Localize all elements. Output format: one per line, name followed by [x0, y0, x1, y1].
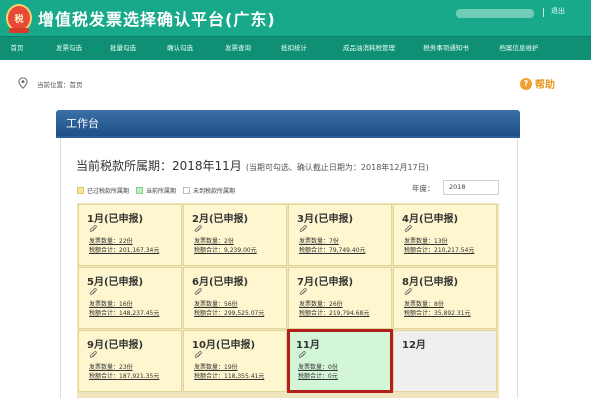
month-cell-5[interactable]: 5月(已申报) 发票数量：16份 税额合计：148,237.45元: [78, 267, 182, 329]
tax-total-link[interactable]: 税额合计：219,794.68元: [299, 308, 369, 317]
legend-item-past: 已过税款所属期: [77, 186, 129, 195]
month-title: 2月(已申报): [192, 214, 249, 225]
invoice-count-link[interactable]: 发票数量：0份: [298, 362, 338, 371]
month-cell-3[interactable]: 3月(已申报) 发票数量：7份 税额合计：79,749.40元: [288, 204, 392, 266]
month-title: 4月(已申报): [402, 214, 459, 225]
location-pin-icon: [18, 77, 28, 89]
logo-ribbon: [9, 28, 29, 33]
invoice-count-link[interactable]: 发票数量：7份: [299, 236, 339, 245]
month-title: 9月(已申报): [87, 340, 144, 351]
legend-label-current: 当前所属期: [146, 188, 177, 195]
paperclip-icon: [194, 288, 202, 295]
header-divider: [543, 8, 544, 17]
invoice-count-link[interactable]: 发票数量：56份: [194, 299, 238, 308]
month-title: 11月: [296, 340, 320, 351]
current-tax-period: 当前税款所属期：2018年11月 (当期可勾选、确认截止日期为：2018年12月1…: [76, 157, 429, 174]
month-title: 1月(已申报): [87, 214, 144, 225]
tax-total-link[interactable]: 税额合计：0元: [298, 371, 338, 380]
month-cell-7[interactable]: 7月(已申报) 发票数量：26份 税额合计：219,794.68元: [288, 267, 392, 329]
invoice-count-link[interactable]: 发票数量：19份: [194, 362, 238, 371]
breadcrumb-bar: [0, 60, 591, 108]
paperclip-icon: [194, 225, 202, 232]
month-grid: 1月(已申报) 发票数量：22份 税额合计：201,167.34元 2月(已申报…: [77, 203, 499, 398]
month-cell-8[interactable]: 8月(已申报) 发票数量：8份 税额合计：35,892.31元: [393, 267, 497, 329]
nav-item-invoice-query[interactable]: 发票查询: [213, 37, 263, 60]
paperclip-icon: [89, 288, 97, 295]
breadcrumb: 当前位置：首页: [37, 81, 83, 89]
app-title: 增值税发票选择确认平台(广东): [38, 10, 276, 29]
legend-swatch-current: [136, 187, 144, 194]
nav-item-home[interactable]: 首页: [0, 37, 34, 60]
month-cell-1[interactable]: 1月(已申报) 发票数量：22份 税额合计：201,167.34元: [78, 204, 182, 266]
paperclip-icon: [404, 225, 412, 232]
tax-total-link[interactable]: 税额合计：210,217.54元: [404, 245, 474, 254]
year-label: 年度：: [412, 184, 435, 193]
help-button[interactable]: ? 帮助: [520, 76, 555, 91]
tax-total-link[interactable]: 税额合计：299,525.07元: [194, 308, 264, 317]
invoice-count-link[interactable]: 发票数量：26份: [299, 299, 343, 308]
month-cell-11-current[interactable]: 11月 发票数量：0份 税额合计：0元: [287, 329, 393, 393]
month-cell-4[interactable]: 4月(已申报) 发票数量：13份 税额合计：210,217.54元: [393, 204, 497, 266]
nav-item-archive-maintenance[interactable]: 档案信息维护: [486, 37, 552, 60]
invoice-count-link[interactable]: 发票数量：13份: [404, 236, 448, 245]
tax-total-link[interactable]: 税额合计：35,892.31元: [404, 308, 471, 317]
invoice-count-link[interactable]: 发票数量：16份: [89, 299, 133, 308]
legend-item-future: 未到税款所属期: [183, 186, 235, 195]
legend-item-current: 当前所属期: [136, 186, 176, 195]
invoice-count-link[interactable]: 发票数量：23份: [89, 362, 133, 371]
month-title: 6月(已申报): [192, 277, 249, 288]
paperclip-icon: [194, 351, 202, 358]
tax-total-link[interactable]: 税额合计：187,921.35元: [89, 371, 159, 380]
month-title: 8月(已申报): [402, 277, 459, 288]
month-title: 3月(已申报): [297, 214, 354, 225]
nav-item-fuel-tax[interactable]: 成品油消耗税管理: [330, 37, 408, 60]
period-deadline-note: (当期可勾选、确认截止日期为：2018年12月17日): [245, 163, 429, 172]
question-icon: ?: [520, 77, 532, 90]
nav-item-tax-notice[interactable]: 税务事项通知书: [413, 37, 479, 60]
paperclip-icon: [89, 225, 97, 232]
paperclip-icon: [298, 351, 306, 358]
main-nav: 首页 发票勾选 批量勾选 确认勾选 发票查询 抵扣统计 成品油消耗税管理 税务事…: [0, 36, 591, 60]
nav-item-confirm-select[interactable]: 确认勾选: [155, 37, 205, 60]
legend-swatch-future: [183, 187, 191, 194]
tax-total-link[interactable]: 税额合计：148,237.45元: [89, 308, 159, 317]
period-legend: 已过税款所属期 当前所属期 未到税款所属期: [77, 186, 242, 195]
help-label: 帮助: [535, 80, 555, 91]
paperclip-icon: [299, 288, 307, 295]
nav-item-batch-select[interactable]: 批量勾选: [98, 37, 148, 60]
month-title: 5月(已申报): [87, 277, 144, 288]
month-title: 10月(已申报): [192, 340, 256, 351]
month-cell-6[interactable]: 6月(已申报) 发票数量：56份 税额合计：299,525.07元: [183, 267, 287, 329]
workbench-header: [56, 110, 520, 136]
legend-swatch-past: [77, 187, 84, 194]
legend-label-past: 已过税款所属期: [87, 188, 130, 195]
invoice-count-link[interactable]: 发票数量：8份: [404, 299, 444, 308]
paperclip-icon: [404, 288, 412, 295]
workbench-title: 工作台: [66, 117, 99, 130]
tax-total-link[interactable]: 税额合计：201,167.34元: [89, 245, 159, 254]
month-cell-2[interactable]: 2月(已申报) 发票数量：2份 税额合计：9,239.00元: [183, 204, 287, 266]
invoice-count-link[interactable]: 发票数量：22份: [89, 236, 133, 245]
month-cell-10[interactable]: 10月(已申报) 发票数量：19份 税额合计：118,355.41元: [183, 330, 287, 392]
logout-link[interactable]: 退出: [551, 6, 565, 16]
month-title: 12月: [402, 340, 426, 351]
user-info-blurred: [456, 9, 534, 18]
tax-total-link[interactable]: 税额合计：79,749.40元: [299, 245, 366, 254]
tax-total-link[interactable]: 税额合计：9,239.00元: [194, 245, 257, 254]
paperclip-icon: [89, 351, 97, 358]
month-cell-12: 12月: [393, 330, 497, 392]
legend-label-future: 未到税款所属期: [193, 188, 236, 195]
year-select[interactable]: 2018: [443, 180, 499, 195]
logo-glyph: 税: [14, 14, 24, 25]
period-main: 当前税款所属期：2018年11月: [76, 159, 242, 173]
month-title: 7月(已申报): [297, 277, 354, 288]
tax-total-link[interactable]: 税额合计：118,355.41元: [194, 371, 264, 380]
nav-item-invoice-select[interactable]: 发票勾选: [44, 37, 94, 60]
nav-item-deduction-stats[interactable]: 抵扣统计: [269, 37, 319, 60]
invoice-count-link[interactable]: 发票数量：2份: [194, 236, 234, 245]
paperclip-icon: [299, 225, 307, 232]
month-cell-9[interactable]: 9月(已申报) 发票数量：23份 税额合计：187,921.35元: [78, 330, 182, 392]
